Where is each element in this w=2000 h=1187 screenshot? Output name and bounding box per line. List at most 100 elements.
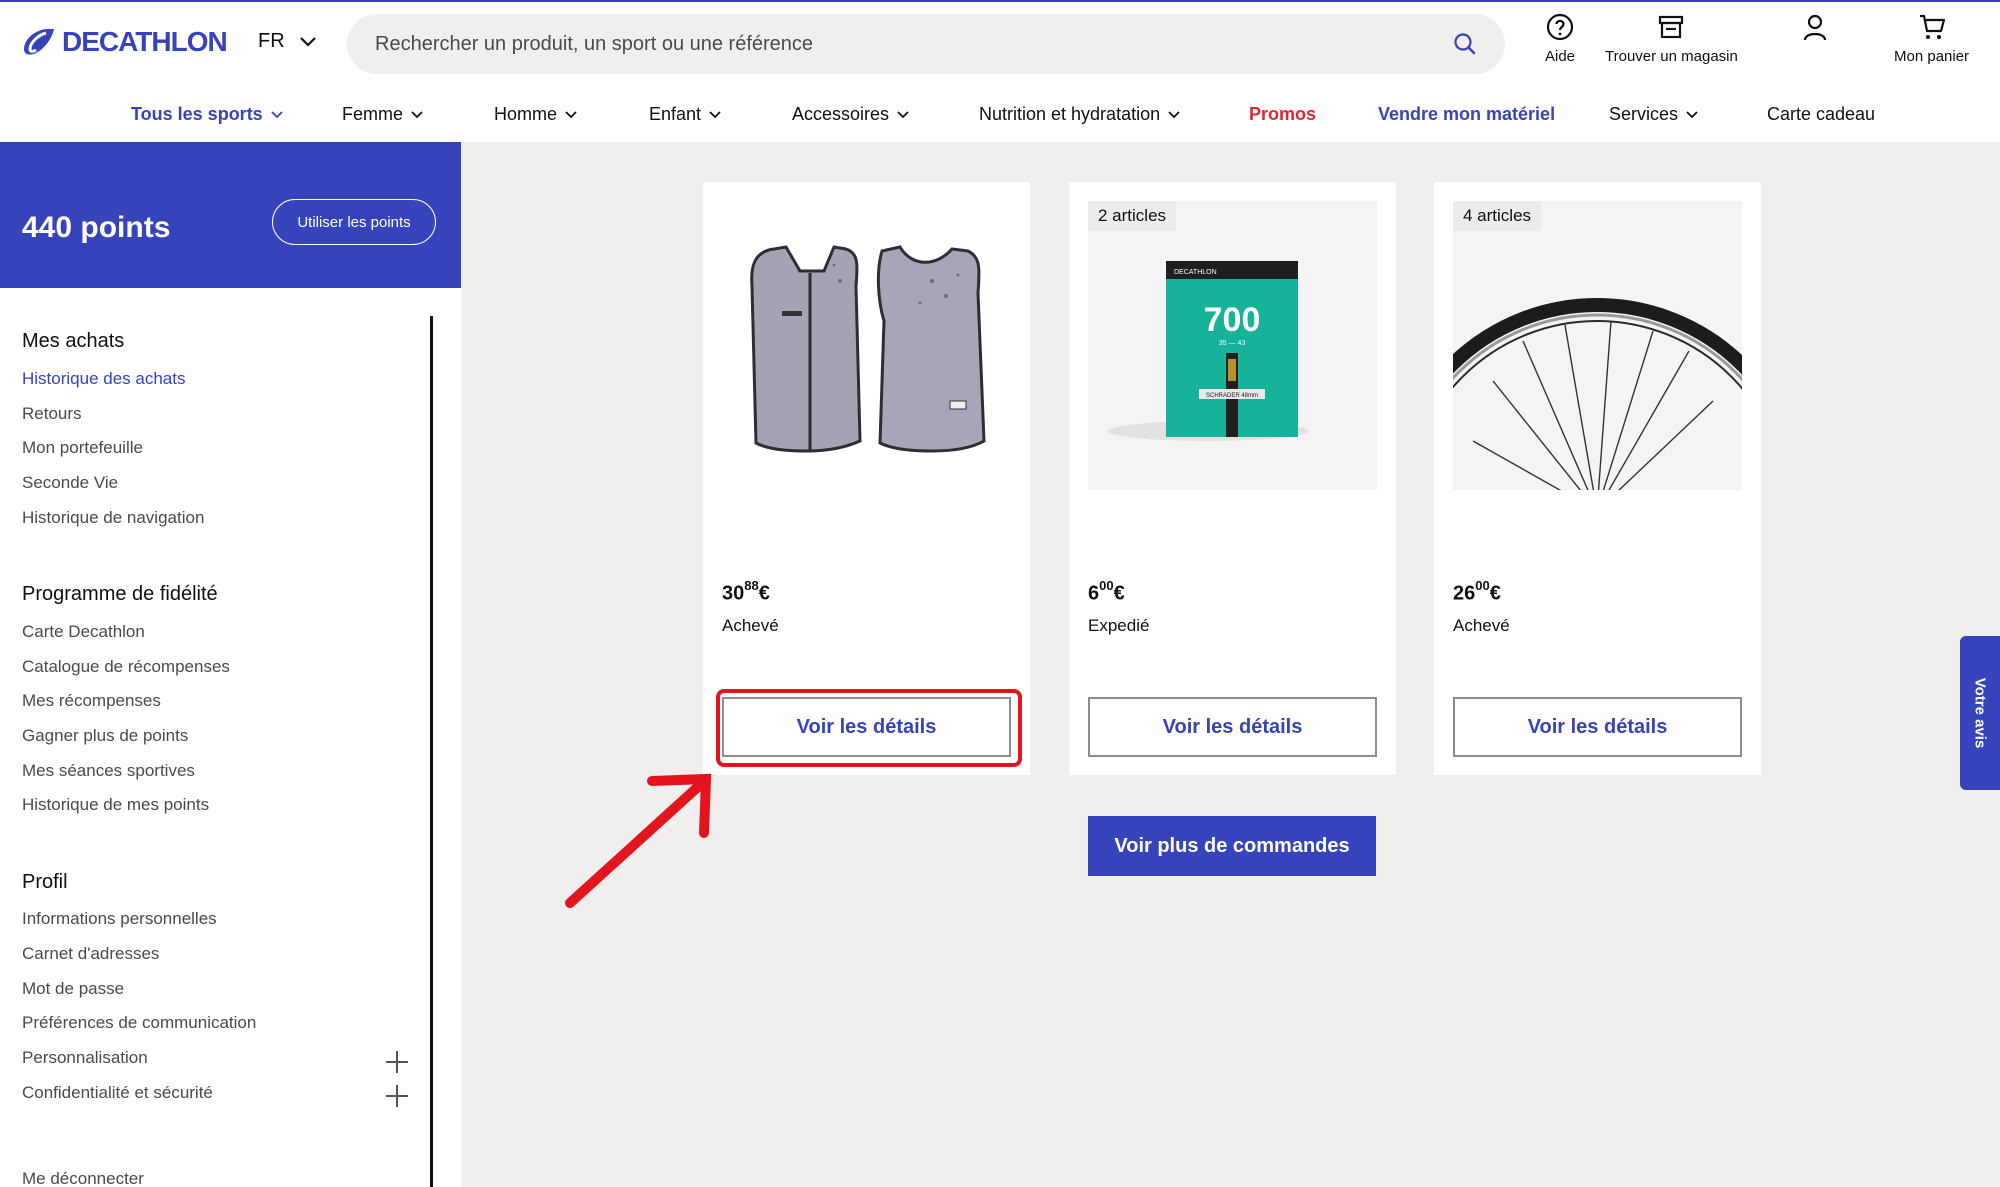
account-sidebar: Mes achats Historique des achats Retours…: [0, 288, 461, 1187]
cart-icon: [1919, 14, 1945, 39]
sidebar-item-wallet[interactable]: Mon portefeuille: [22, 438, 143, 458]
sidebar-item-password[interactable]: Mot de passe: [22, 979, 124, 999]
product-image-inner-tube[interactable]: 2 articles DECATHLON 700 35 — 43 SCHRADE…: [1088, 201, 1377, 490]
highlight-annotation: [716, 689, 1022, 767]
sidebar-item-rewards-catalog[interactable]: Catalogue de récompenses: [22, 657, 230, 677]
order-card: 4 articles 2600€ Achevé Voir les détails: [1434, 182, 1761, 775]
account-button[interactable]: [1800, 12, 1830, 42]
sidebar-item-earn-points[interactable]: Gagner plus de points: [22, 726, 188, 746]
search-input[interactable]: [375, 32, 1453, 56]
product-image-wheel[interactable]: 4 articles: [1453, 201, 1742, 490]
help-button[interactable]: Aide: [1545, 12, 1575, 65]
store-locator-button[interactable]: Trouver un magasin: [1605, 12, 1738, 65]
price-currency: €: [1113, 582, 1125, 605]
chevron-down-icon: [709, 110, 721, 118]
nav-label: Homme: [494, 104, 558, 124]
nav-label: Accessoires: [792, 104, 890, 124]
nav-label: Femme: [342, 104, 404, 124]
points-value: 440 points: [22, 211, 171, 244]
nav-item-all-sports[interactable]: Tous les sports: [131, 104, 283, 125]
box-valve-text: SCHRADER 48mm: [1206, 393, 1258, 399]
decathlon-logo[interactable]: DECATHLON: [22, 26, 228, 58]
nav-item-promos[interactable]: Promos: [1249, 104, 1316, 125]
price-integer: 6: [1088, 582, 1100, 605]
search-icon[interactable]: [1453, 32, 1477, 56]
box-sub-text: 35 — 43: [1219, 340, 1246, 347]
sidebar-item-decathlon-card[interactable]: Carte Decathlon: [22, 622, 145, 642]
user-icon: [1803, 14, 1827, 41]
order-card: 3088€ Achevé Voir les détails: [703, 182, 1030, 775]
main-navigation: Tous les sports Femme Homme Enfant Acces…: [0, 98, 2000, 144]
chevron-down-icon: [897, 110, 909, 118]
sidebar-item-second-life[interactable]: Seconde Vie: [22, 473, 118, 493]
sidebar-item-privacy-security[interactable]: Confidentialité et sécurité: [22, 1083, 213, 1103]
chevron-down-icon: [1686, 110, 1698, 118]
nav-item-services[interactable]: Services: [1609, 104, 1698, 125]
nav-label: Services: [1609, 104, 1679, 124]
nav-item-homme[interactable]: Homme: [494, 104, 577, 125]
nav-item-femme[interactable]: Femme: [342, 104, 423, 125]
decathlon-swoosh-icon: [24, 29, 54, 55]
nav-item-accessoires[interactable]: Accessoires: [792, 104, 909, 125]
sidebar-item-communication-prefs[interactable]: Préférences de communication: [22, 1013, 256, 1033]
sidebar-item-returns[interactable]: Retours: [22, 404, 82, 424]
items-count-badge: 4 articles: [1453, 201, 1542, 231]
nav-label: Tous les sports: [131, 104, 263, 124]
inner-tube-box-image: DECATHLON 700 35 — 43 SCHRADER 48mm: [1108, 261, 1308, 441]
view-details-button[interactable]: Voir les détails: [1453, 697, 1742, 757]
chevron-down-icon: [1168, 110, 1180, 118]
nav-label: Enfant: [649, 104, 702, 124]
sidebar-item-personal-info[interactable]: Informations personnelles: [22, 909, 217, 929]
price-integer: 30: [722, 582, 745, 605]
cart-button[interactable]: Mon panier: [1894, 12, 1969, 65]
chevron-down-icon: [271, 110, 283, 118]
sidebar-item-points-history[interactable]: Historique de mes points: [22, 795, 209, 815]
logo-text: DECATHLON: [62, 26, 228, 57]
search-bar: [347, 14, 1505, 74]
bicycle-wheel-image: [1453, 298, 1742, 490]
nav-item-nutrition[interactable]: Nutrition et hydratation: [979, 104, 1180, 125]
price-decimals: 88: [744, 578, 759, 593]
box-size-text: 700: [1204, 301, 1261, 339]
logout-link[interactable]: Me déconnecter: [22, 1169, 144, 1187]
nav-item-enfant[interactable]: Enfant: [649, 104, 721, 125]
feedback-tab[interactable]: Votre avis: [1960, 636, 2000, 790]
sidebar-item-sport-sessions[interactable]: Mes séances sportives: [22, 761, 195, 781]
section-title-loyalty: Programme de fidélité: [22, 583, 218, 605]
chevron-down-icon: [565, 110, 577, 118]
sidebar-item-purchase-history[interactable]: Historique des achats: [22, 369, 185, 389]
reflective-vest-image: [750, 245, 986, 453]
language-label: FR: [258, 30, 285, 52]
expand-personalization-icon[interactable]: [386, 1051, 408, 1073]
help-label: Aide: [1545, 48, 1576, 65]
sidebar-item-my-rewards[interactable]: Mes récompenses: [22, 691, 161, 711]
section-title-purchases: Mes achats: [22, 330, 125, 352]
expand-privacy-icon[interactable]: [386, 1085, 408, 1107]
price-decimals: 00: [1475, 578, 1490, 593]
price-currency: €: [1489, 582, 1501, 605]
nav-item-gift-card[interactable]: Carte cadeau: [1767, 104, 1875, 125]
items-count-badge: 2 articles: [1088, 201, 1177, 231]
sidebar-item-personalization[interactable]: Personnalisation: [22, 1048, 148, 1068]
nav-label: Nutrition et hydratation: [979, 104, 1161, 124]
more-orders-button[interactable]: Voir plus de commandes: [1088, 816, 1376, 876]
order-price: 3088€: [722, 578, 770, 606]
product-image-vest[interactable]: [722, 201, 1011, 490]
store-label: Trouver un magasin: [1605, 48, 1738, 65]
nav-label: Carte cadeau: [1767, 104, 1876, 124]
use-points-button[interactable]: Utiliser les points: [272, 199, 436, 245]
language-selector[interactable]: FR: [258, 30, 317, 53]
view-details-button[interactable]: Voir les détails: [1088, 697, 1377, 757]
store-icon: [1659, 15, 1684, 39]
order-price: 600€: [1088, 578, 1125, 606]
price-currency: €: [758, 582, 770, 605]
box-brand-text: DECATHLON: [1174, 269, 1217, 276]
section-title-profile: Profil: [22, 871, 68, 893]
red-arrow-annotation: [565, 773, 712, 908]
sidebar-item-browsing-history[interactable]: Historique de navigation: [22, 508, 204, 528]
order-status: Achevé: [1453, 616, 1510, 635]
nav-label: Promos: [1249, 104, 1317, 124]
nav-item-sell-gear[interactable]: Vendre mon matériel: [1378, 104, 1555, 125]
sidebar-item-address-book[interactable]: Carnet d'adresses: [22, 944, 159, 964]
chevron-down-icon: [411, 110, 423, 118]
